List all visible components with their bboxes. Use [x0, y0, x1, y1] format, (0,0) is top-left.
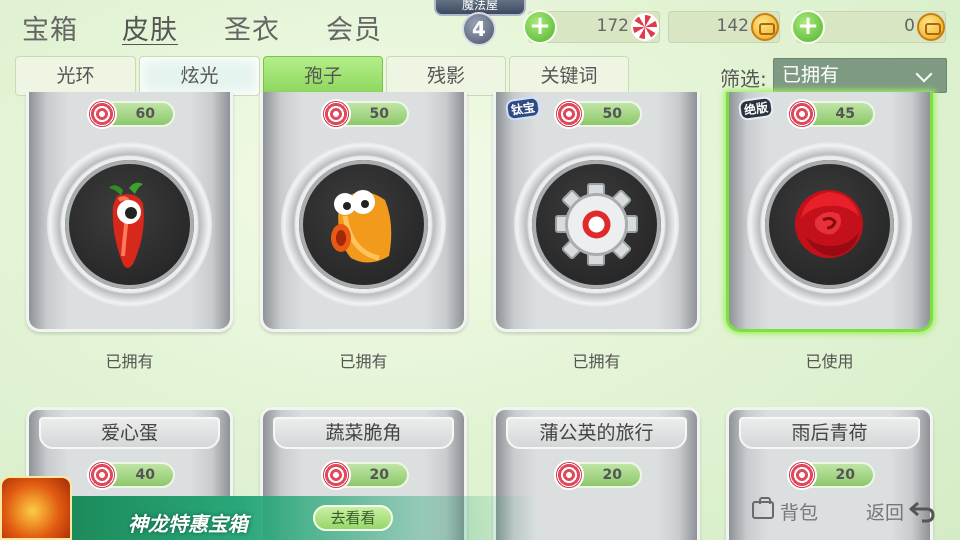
price-value: 20: [369, 467, 389, 483]
tab-holy-armor[interactable]: 圣衣: [224, 8, 280, 47]
candy-icon: [321, 99, 351, 129]
price-tag: 60: [87, 99, 175, 129]
subtab-keyword[interactable]: 关键词: [509, 56, 629, 96]
price-value: 40: [135, 467, 155, 483]
bound-coin-value: 142: [716, 16, 749, 36]
subtab-halo[interactable]: 光环: [15, 56, 136, 96]
skin-card[interactable]: 钛宝 50: [493, 92, 700, 332]
backpack-label: 背包: [780, 502, 819, 524]
candy-icon: [87, 99, 117, 129]
promo-banner[interactable]: [0, 496, 540, 540]
candy-icon: [321, 460, 351, 490]
filter-dropdown[interactable]: 已拥有: [773, 58, 947, 93]
card-status: 已使用: [805, 352, 854, 371]
skin-card-selected[interactable]: 绝版 45: [726, 92, 933, 332]
candy-icon: [554, 460, 584, 490]
candy-icon: [787, 460, 817, 490]
return-arrow-icon: [909, 501, 935, 523]
coin-value: 0: [904, 16, 915, 36]
price-value: 20: [835, 467, 855, 483]
candy-value: 172: [596, 16, 629, 36]
briefcase-icon: [752, 497, 774, 519]
rank-badge: 钛宝: [504, 95, 542, 122]
coin-icon: [917, 13, 945, 41]
coin-icon: [751, 13, 779, 41]
price-value: 50: [602, 106, 622, 122]
candy-icon: [631, 13, 659, 41]
tab-membership[interactable]: 会员: [326, 8, 382, 47]
candy-balance: + 172: [523, 10, 660, 44]
card-title: 雨后青荷: [739, 417, 920, 449]
subtab-afterimage[interactable]: 残影: [386, 56, 506, 96]
card-title: 蒲公英的旅行: [506, 417, 687, 449]
card-status: 已拥有: [339, 352, 388, 371]
tab-chest[interactable]: 宝箱: [22, 8, 78, 47]
skin-card[interactable]: 60: [26, 92, 233, 332]
go-see-button[interactable]: 去看看: [313, 505, 393, 531]
back-label: 返回: [866, 502, 905, 524]
rank-badge: 绝版: [737, 95, 775, 122]
item-frame: [504, 142, 689, 307]
filter-value: 已拥有: [782, 64, 840, 86]
price-value: 50: [369, 106, 389, 122]
price-tag: 45: [787, 99, 875, 129]
candy-icon: [554, 99, 584, 129]
card-status: 已拥有: [105, 352, 154, 371]
subtab-dazzle[interactable]: 炫光: [139, 56, 260, 96]
promo-text: 神龙特惠宝箱: [128, 512, 248, 536]
candy-icon: [787, 99, 817, 129]
price-value: 20: [602, 467, 622, 483]
item-frame: [37, 142, 222, 307]
add-coin-button[interactable]: +: [791, 10, 825, 44]
skin-card[interactable]: 50: [260, 92, 467, 332]
price-value: 60: [135, 106, 155, 122]
tab-skin[interactable]: 皮肤: [122, 8, 178, 47]
orange-bird-icon: [331, 190, 392, 263]
candy-icon: [87, 460, 117, 490]
red-rose-icon: [795, 190, 863, 258]
item-frame: [737, 142, 922, 307]
coin-balance: + 0: [791, 10, 946, 44]
red-chili-icon: [109, 182, 144, 268]
magic-house-level: 4: [462, 12, 496, 46]
treasure-chest-icon[interactable]: [0, 476, 72, 540]
price-tag: 20: [787, 460, 875, 490]
item-frame: [271, 142, 456, 307]
price-tag: 40: [87, 460, 175, 490]
card-title: 蔬菜脆角: [273, 417, 454, 449]
price-tag: 50: [321, 99, 409, 129]
card-status: 已拥有: [572, 352, 621, 371]
filter-label: 筛选:: [720, 67, 767, 91]
add-candy-button[interactable]: +: [523, 10, 557, 44]
price-tag: 20: [321, 460, 409, 490]
price-tag: 20: [554, 460, 642, 490]
card-title: 爱心蛋: [39, 417, 220, 449]
silver-gear-icon: [555, 183, 638, 266]
bound-coin-balance: 142: [668, 11, 780, 43]
price-tag: 50: [554, 99, 642, 129]
chevron-down-icon: [915, 65, 933, 83]
magic-house-badge[interactable]: 魔法屋 4: [430, 0, 530, 50]
price-value: 45: [835, 106, 855, 122]
subtab-spore[interactable]: 孢子: [263, 56, 383, 96]
